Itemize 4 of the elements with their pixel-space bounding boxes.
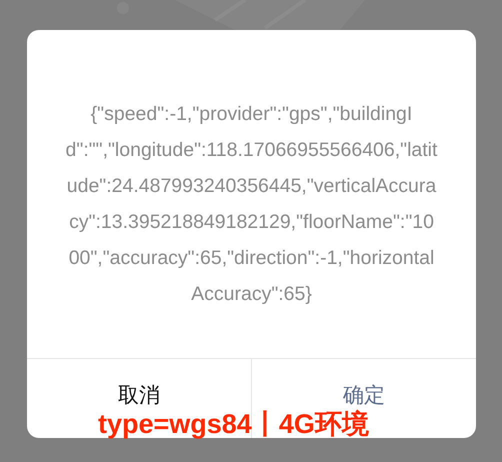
cancel-button[interactable]: 取消 [118,383,160,408]
dialog-message: {"speed":-1,"provider":"gps","buildingId":"","longitude":118.17066955566406,"latitude":24.487993240356445,"verticalAccuracy":13.395218849182129,"floorName":"1000","accuracy":65,"direction":-1,"horizontalAccuracy":65} [65,102,438,307]
confirm-button[interactable]: 确定 [343,383,385,408]
annotation-caption: type=wgs84丨4G环境 [98,410,369,438]
